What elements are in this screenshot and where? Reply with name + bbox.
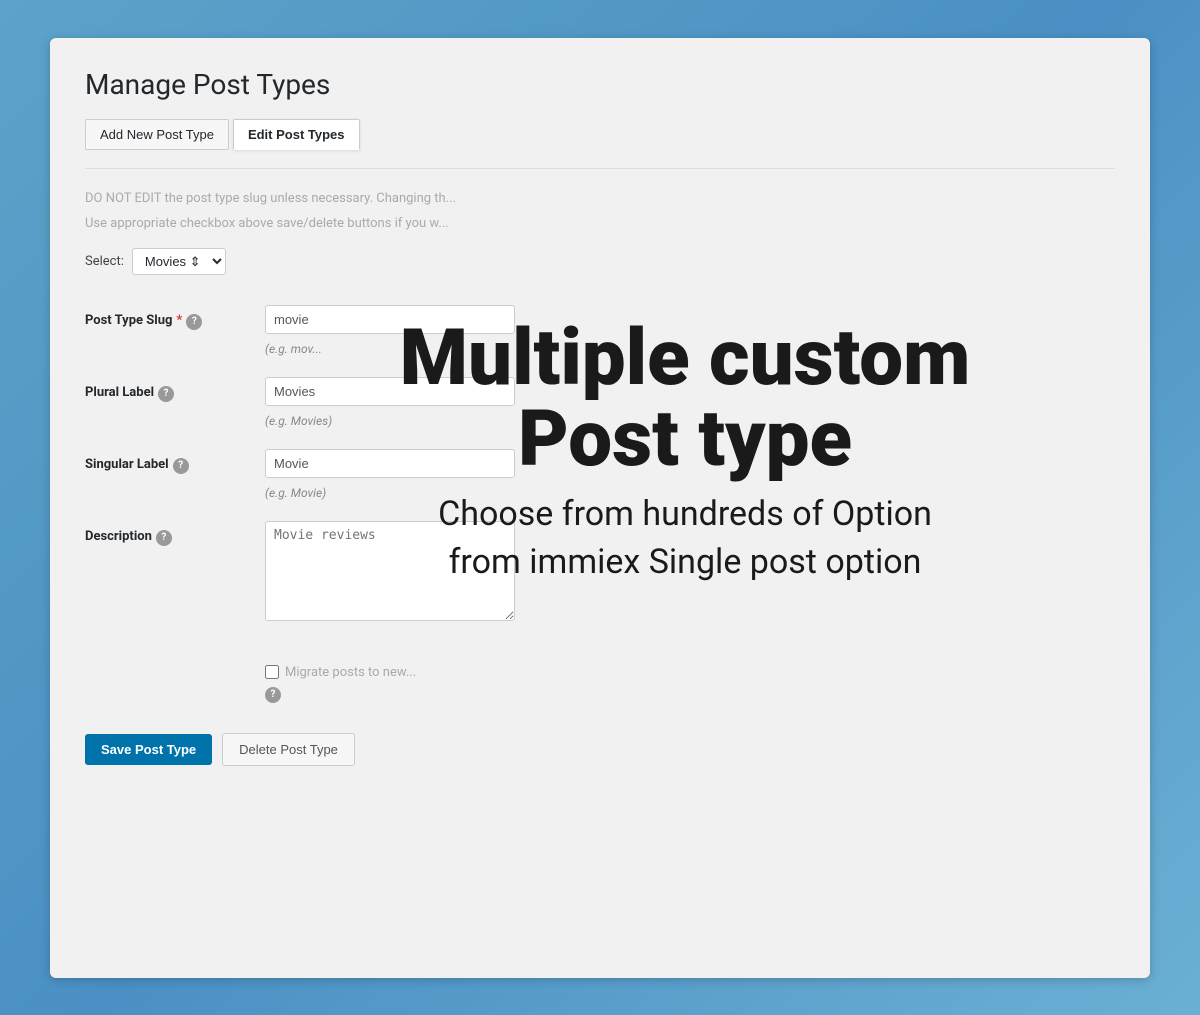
migrate-row: Migrate posts to new... (265, 665, 1115, 680)
select-row: Select: Movies ⇕ (85, 248, 1115, 275)
field-label-description: Description ? (85, 521, 265, 645)
page-title: Manage Post Types (85, 68, 1115, 101)
slug-hint: (e.g. mov... (265, 342, 322, 356)
tab-add-new[interactable]: Add New Post Type (85, 119, 229, 150)
tab-bar: Add New Post Type Edit Post Types (85, 119, 1115, 150)
tab-edit[interactable]: Edit Post Types (233, 119, 360, 150)
migrate-checkbox[interactable] (265, 665, 279, 679)
field-content-singular: (e.g. Movie) (265, 449, 1115, 521)
help-icon-plural[interactable]: ? (158, 386, 174, 402)
required-marker: * (176, 313, 182, 328)
field-label-singular: Singular Label ? (85, 449, 265, 521)
help-icon-singular[interactable]: ? (173, 458, 189, 474)
divider (85, 168, 1115, 169)
migrate-label: Migrate posts to new... (285, 665, 416, 680)
delete-post-type-button[interactable]: Delete Post Type (222, 733, 355, 766)
field-content-slug: (e.g. mov... (265, 305, 1115, 377)
field-label-slug: Post Type Slug * ? (85, 305, 265, 377)
select-label: Select: (85, 254, 124, 269)
slug-input[interactable] (265, 305, 515, 334)
action-buttons: Save Post Type Delete Post Type (85, 733, 1115, 766)
notice-2: Use appropriate checkbox above save/dele… (85, 214, 1115, 234)
plural-hint: (e.g. Movies) (265, 414, 332, 428)
description-textarea[interactable] (265, 521, 515, 621)
help-icon-description[interactable]: ? (156, 530, 172, 546)
help-icon-slug[interactable]: ? (186, 314, 202, 330)
save-post-type-button[interactable]: Save Post Type (85, 734, 212, 765)
field-label-plural: Plural Label ? (85, 377, 265, 449)
form-section: Post Type Slug * ? (e.g. mov... Plural L… (85, 305, 1115, 645)
main-card: Manage Post Types Add New Post Type Edit… (50, 38, 1150, 978)
singular-hint: (e.g. Movie) (265, 486, 326, 500)
field-content-plural: (e.g. Movies) (265, 377, 1115, 449)
help-icon-migrate[interactable]: ? (265, 687, 281, 703)
plural-input[interactable] (265, 377, 515, 406)
migrate-section: Migrate posts to new... ? (265, 665, 1115, 703)
notice-1: DO NOT EDIT the post type slug unless ne… (85, 189, 1115, 209)
field-content-description (265, 521, 1115, 645)
post-type-select[interactable]: Movies ⇕ (132, 248, 226, 275)
singular-input[interactable] (265, 449, 515, 478)
